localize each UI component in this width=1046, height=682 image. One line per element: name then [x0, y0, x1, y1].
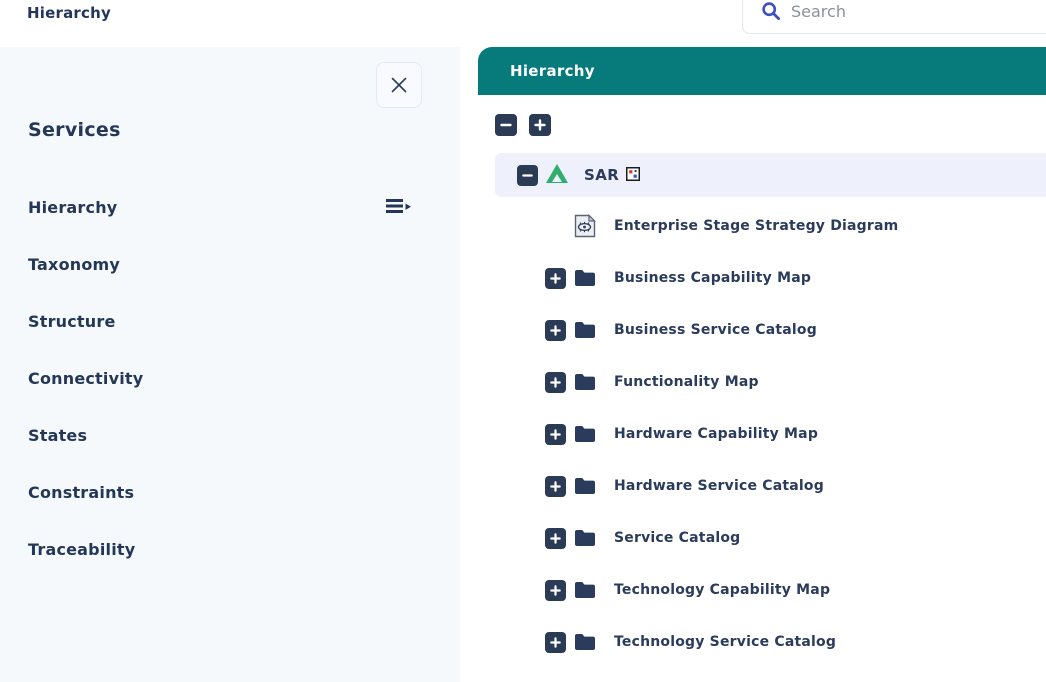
sidebar-nav: Hierarchy Taxonomy Structure Connectivit… [0, 179, 460, 578]
search-box[interactable] [742, 0, 1046, 34]
minus-icon [499, 118, 513, 132]
expand-node-button[interactable] [545, 320, 566, 341]
tree-item-label: Business Service Catalog [614, 322, 817, 338]
collapse-all-button[interactable] [495, 114, 517, 136]
sidebar-item-states[interactable]: States [0, 407, 460, 464]
tree-toolbar [495, 114, 1046, 136]
top-bar: Hierarchy [0, 0, 1046, 47]
sidebar-item-label: Structure [28, 312, 116, 331]
tree-item-functionality-map[interactable]: Functionality Map [495, 356, 1046, 408]
tree-item-hardware-capability-map[interactable]: Hardware Capability Map [495, 408, 1046, 460]
folder-icon [574, 579, 596, 601]
tree-item-enterprise-stage-strategy-diagram[interactable]: Enterprise Stage Strategy Diagram [495, 200, 1046, 252]
tree-root-row-sar[interactable]: SAR [495, 153, 1046, 197]
tree-item-label: Technology Capability Map [614, 582, 830, 598]
sidebar-item-label: Traceability [28, 540, 135, 559]
folder-icon [574, 319, 596, 341]
plus-icon [549, 428, 562, 441]
tree-item-label: Business Capability Map [614, 270, 811, 286]
plus-icon [549, 636, 562, 649]
expand-node-button[interactable] [545, 632, 566, 653]
folder-icon [574, 423, 596, 445]
sidebar-item-label: Connectivity [28, 369, 143, 388]
list-detail-icon [386, 196, 412, 220]
plus-icon [533, 118, 547, 132]
tree-item-business-service-catalog[interactable]: Business Service Catalog [495, 304, 1046, 356]
sidebar-item-label: Constraints [28, 483, 134, 502]
tree-item-label: Service Catalog [614, 530, 740, 546]
tree-item-technology-service-catalog[interactable]: Technology Service Catalog [495, 616, 1046, 668]
expand-node-button[interactable] [545, 580, 566, 601]
tree-item-label: Functionality Map [614, 374, 759, 390]
folder-icon [574, 527, 596, 549]
expand-node-button[interactable] [545, 528, 566, 549]
sidebar-item-constraints[interactable]: Constraints [0, 464, 460, 521]
folder-icon [574, 371, 596, 393]
plus-icon [549, 480, 562, 493]
collapse-node-button[interactable] [517, 165, 538, 186]
minus-icon [521, 169, 534, 182]
expand-node-button[interactable] [545, 268, 566, 289]
sidebar-title: Services [28, 119, 121, 141]
tree-item-label: Enterprise Stage Strategy Diagram [614, 218, 898, 234]
sidebar-item-structure[interactable]: Structure [0, 293, 460, 350]
folder-icon [574, 475, 596, 497]
tree-item-label: Technology Service Catalog [614, 634, 836, 650]
sidebar-item-connectivity[interactable]: Connectivity [0, 350, 460, 407]
search-input[interactable] [791, 2, 1011, 21]
expander-spacer [545, 216, 566, 237]
panel-title: Hierarchy [510, 62, 595, 80]
hierarchy-panel: Hierarchy [478, 47, 1046, 682]
sidebar-item-traceability[interactable]: Traceability [0, 521, 460, 578]
search-icon [761, 1, 781, 21]
tree-item-service-catalog[interactable]: Service Catalog [495, 512, 1046, 564]
plus-icon [549, 584, 562, 597]
sidebar-item-label: Hierarchy [28, 198, 117, 217]
expand-node-button[interactable] [545, 424, 566, 445]
page-title: Hierarchy [27, 4, 111, 22]
close-icon [389, 75, 409, 95]
panel-header: Hierarchy [478, 47, 1046, 95]
plus-icon [549, 532, 562, 545]
services-sidebar: Services Hierarchy Taxonomy Structure [0, 47, 460, 682]
model-badge-icon [626, 166, 640, 185]
tree-children: Enterprise Stage Strategy Diagram Busine… [495, 197, 1046, 668]
sidebar-item-taxonomy[interactable]: Taxonomy [0, 236, 460, 293]
tree-item-label: Hardware Service Catalog [614, 478, 824, 494]
sidebar-item-hierarchy[interactable]: Hierarchy [0, 179, 460, 236]
diagram-file-icon [574, 215, 596, 237]
expand-node-button[interactable] [545, 476, 566, 497]
sidebar-item-label: Taxonomy [28, 255, 120, 274]
expand-node-button[interactable] [545, 372, 566, 393]
hierarchy-tree: SAR [478, 95, 1046, 668]
tree-item-hardware-service-catalog[interactable]: Hardware Service Catalog [495, 460, 1046, 512]
folder-icon [574, 631, 596, 653]
tree-root-label: SAR [584, 166, 619, 184]
tree-item-label: Hardware Capability Map [614, 426, 818, 442]
sidebar-item-label: States [28, 426, 87, 445]
folder-icon [574, 267, 596, 289]
model-triangle-icon [546, 164, 568, 187]
expand-all-button[interactable] [529, 114, 551, 136]
tree-item-technology-capability-map[interactable]: Technology Capability Map [495, 564, 1046, 616]
close-sidebar-button[interactable] [376, 62, 422, 108]
plus-icon [549, 272, 562, 285]
plus-icon [549, 324, 562, 337]
plus-icon [549, 376, 562, 389]
tree-item-business-capability-map[interactable]: Business Capability Map [495, 252, 1046, 304]
